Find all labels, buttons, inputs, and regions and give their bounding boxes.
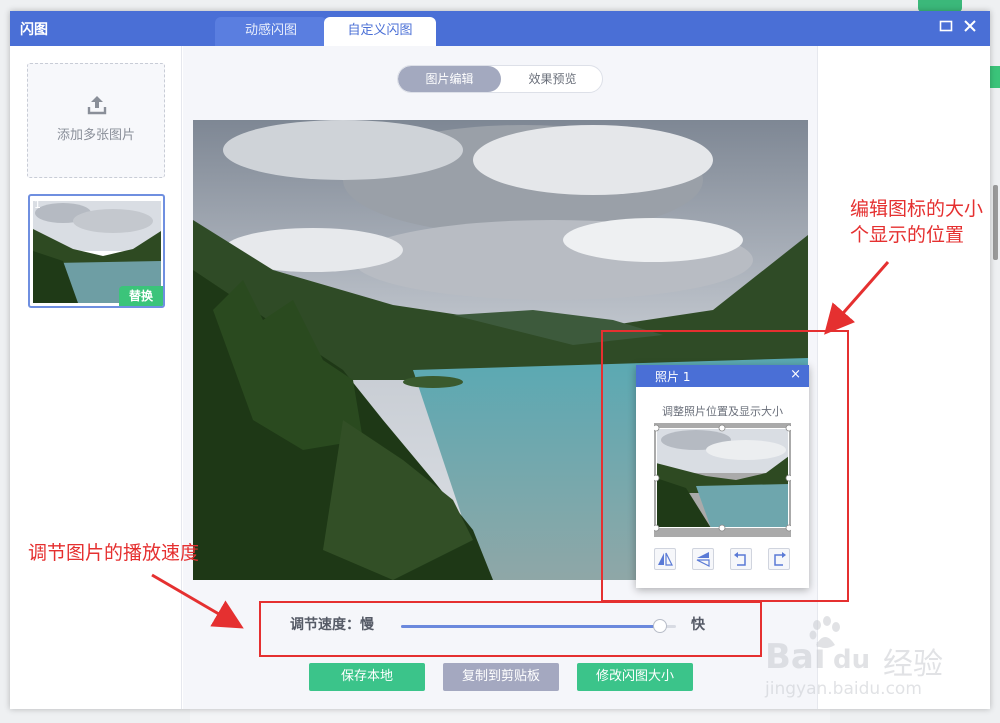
- annotation-box-speed: [259, 601, 762, 657]
- thumbnail-number: 1: [34, 198, 41, 211]
- watermark-suffix: 经验: [883, 647, 943, 682]
- watermark-brand: Bai: [765, 637, 826, 677]
- resize-flash-button[interactable]: 修改闪图大小: [577, 663, 693, 691]
- image-list-sidebar: 添加多张图片 1 替换: [10, 46, 182, 709]
- annotation-line-2: 个显示的位置: [850, 224, 965, 246]
- tab-image-edit[interactable]: 图片编辑: [398, 66, 501, 92]
- upload-icon: [87, 96, 107, 115]
- copy-clipboard-button[interactable]: 复制到剪贴板: [443, 663, 559, 691]
- title-bar[interactable]: 闪图 动感闪图 自定义闪图: [10, 11, 990, 46]
- save-local-button[interactable]: 保存本地: [309, 663, 425, 691]
- annotation-text-resize: 编辑图标的大小 个显示的位置: [850, 196, 983, 248]
- tab-custom[interactable]: 自定义闪图: [324, 17, 436, 46]
- tab-effect-preview[interactable]: 效果预览: [501, 66, 602, 92]
- annotation-text-speed: 调节图片的播放速度: [28, 542, 200, 564]
- background-green-tab: [990, 66, 1000, 88]
- background-scrollbar[interactable]: [993, 185, 998, 260]
- annotation-line-1: 编辑图标的大小: [850, 198, 984, 220]
- baidu-watermark: Bai du 经验 jingyan.baidu.com: [765, 615, 985, 705]
- annotation-box-dialog: [601, 330, 849, 602]
- add-images-button[interactable]: 添加多张图片: [27, 63, 165, 178]
- mode-switch: 图片编辑 效果预览: [397, 65, 603, 93]
- tab-dynamic[interactable]: 动感闪图: [215, 17, 327, 46]
- watermark-url: jingyan.baidu.com: [765, 679, 922, 699]
- window-title: 闪图: [20, 22, 48, 38]
- replace-button[interactable]: 替换: [119, 286, 163, 306]
- watermark-brand-du: du: [833, 645, 871, 675]
- add-images-label: 添加多张图片: [56, 128, 135, 143]
- close-icon[interactable]: [960, 18, 980, 38]
- image-thumbnail[interactable]: 1 替换: [28, 194, 165, 308]
- maximize-icon[interactable]: [936, 18, 956, 38]
